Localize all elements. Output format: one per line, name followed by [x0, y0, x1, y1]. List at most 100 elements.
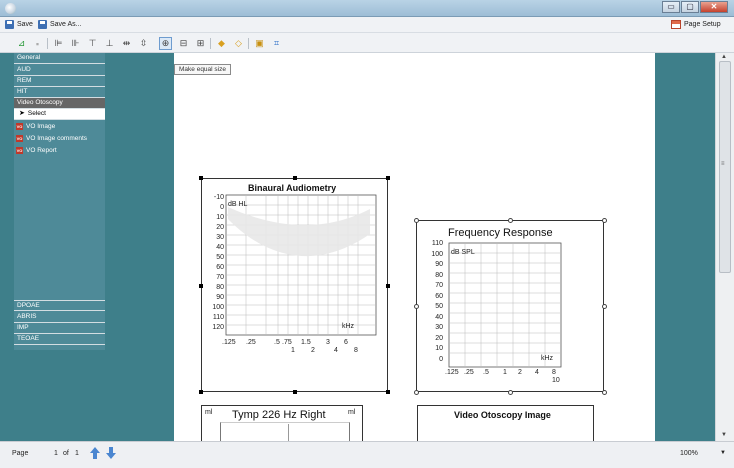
binaural-ytick: 40	[216, 244, 224, 251]
resize-handle[interactable]	[414, 390, 419, 395]
frequency-ytick: 80	[435, 271, 443, 279]
frequency-response-card[interactable]: Frequency Response dB SPL kHz 110 100 90…	[414, 218, 607, 395]
align-icon[interactable]: ⊿	[15, 37, 28, 50]
align-top-icon[interactable]: ⊤	[86, 37, 99, 50]
frequency-xtick: 1	[503, 369, 507, 376]
nav-item-teoae[interactable]: TEOAE	[14, 334, 105, 345]
save-as-icon	[38, 20, 47, 29]
scroll-down-icon[interactable]: ▼	[721, 432, 727, 438]
nav-item-hit[interactable]: HIT	[14, 87, 105, 98]
toolbar-separator	[248, 38, 249, 49]
resize-handle[interactable]	[602, 218, 607, 223]
frequency-ytick: 110	[431, 240, 443, 247]
menu-bar: Save Save As... Page Setup	[0, 17, 734, 33]
binaural-xtick: .125	[222, 339, 236, 346]
page-setup-icon	[671, 20, 681, 29]
align-right-icon[interactable]: ⊪	[69, 37, 82, 50]
maximize-button[interactable]: ▢	[681, 1, 699, 13]
resize-handle[interactable]	[199, 176, 203, 180]
nav-item-general[interactable]: General	[14, 53, 105, 64]
vertical-scrollbar[interactable]: ▲ ≡ ▼	[715, 53, 734, 441]
binaural-audiometry-card[interactable]: Binaural Audiometry dB HL kHz -10 0 10 2…	[199, 176, 390, 394]
toolbar: ⊿ ▪ ⊫ ⊪ ⊤ ⊥ ⇹ ⇳ ⊕ ⊟ ⊞ ◆ ◇ ▣ ⌗	[0, 33, 734, 53]
resize-handle[interactable]	[508, 218, 513, 223]
nav-item-abris[interactable]: ABRIS	[14, 312, 105, 323]
save-label: Save	[17, 21, 33, 28]
page-up-icon[interactable]	[90, 447, 100, 459]
video-otoscopy-title: Video Otoscopy Image	[454, 410, 551, 420]
video-otoscopy-card[interactable]: Video Otoscopy Image	[417, 405, 594, 441]
align-bottom-icon[interactable]: ⊥	[103, 37, 116, 50]
nav-vo-label: VO Image	[26, 122, 56, 130]
resize-handle[interactable]	[386, 176, 390, 180]
resize-handle[interactable]	[386, 390, 390, 394]
frequency-graph	[448, 242, 562, 368]
equal-height-icon[interactable]: ⊞	[194, 37, 207, 50]
resize-handle[interactable]	[414, 304, 419, 309]
toolbar-separator	[210, 38, 211, 49]
align-gray-icon[interactable]: ▪	[31, 37, 44, 50]
vo-badge-icon: VO	[16, 147, 23, 154]
binaural-unit: dB HL	[228, 201, 248, 208]
app-icon	[5, 3, 16, 14]
frequency-ytick: 10	[435, 345, 443, 352]
nav-item-aud[interactable]: AUD	[14, 65, 105, 76]
nav-item-video-otoscopy[interactable]: Video Otoscopy	[14, 98, 105, 109]
equal-width-icon[interactable]: ⊟	[177, 37, 190, 50]
page-setup-button[interactable]: Page Setup	[671, 20, 721, 29]
resize-handle[interactable]	[199, 390, 203, 394]
crop-icon[interactable]: ⌗	[270, 37, 283, 50]
page-label: Page	[12, 450, 29, 457]
nav-item-vo-image[interactable]: VO VO Image	[14, 121, 105, 132]
binaural-xtick: .75	[282, 339, 292, 346]
binaural-ytick: 60	[216, 264, 224, 271]
binaural-xtick: 4	[334, 347, 338, 354]
align-left-icon[interactable]: ⊫	[52, 37, 65, 50]
nav-item-dpoae[interactable]: DPOAE	[14, 300, 105, 311]
minimize-button[interactable]: ▭	[662, 1, 680, 13]
send-back-icon[interactable]: ◇	[232, 37, 245, 50]
bring-front-icon[interactable]: ◆	[215, 37, 228, 50]
tymp-card[interactable]: ml Tymp 226 Hz Right ml	[201, 405, 363, 442]
frequency-unit: dB SPL	[451, 249, 475, 256]
resize-handle[interactable]	[602, 390, 607, 395]
frequency-xtick: 4	[535, 369, 539, 376]
nav-item-rem[interactable]: REM	[14, 76, 105, 87]
frequency-ytick: 0	[439, 355, 443, 363]
resize-handle[interactable]	[386, 284, 390, 288]
resize-handle[interactable]	[199, 284, 203, 288]
scroll-thumb[interactable]	[719, 61, 731, 273]
resize-handle[interactable]	[602, 304, 607, 309]
nav-item-vo-image-comments[interactable]: VO VO Image comments	[14, 133, 105, 144]
tymp-center-line	[288, 424, 289, 442]
resize-handle[interactable]	[293, 390, 297, 394]
binaural-ytick: 20	[216, 224, 224, 231]
frequency-xunit: kHz	[541, 355, 554, 362]
resize-handle[interactable]	[293, 176, 297, 180]
zoom-select[interactable]: 100% ▼	[680, 450, 728, 457]
nav-item-select[interactable]: ➤ Select	[14, 109, 105, 120]
right-panel	[655, 53, 715, 441]
save-icon	[5, 20, 14, 29]
nav-item-imp[interactable]: IMP	[14, 323, 105, 334]
title-bar: ▭ ▢ ✕	[0, 0, 734, 17]
binaural-graph	[225, 194, 377, 336]
binaural-xaxis-bottom: 1 2 4 8	[202, 347, 389, 357]
close-button[interactable]: ✕	[700, 1, 728, 13]
page-current: 1	[54, 450, 58, 457]
space-vertical-icon[interactable]: ⇳	[137, 37, 150, 50]
scroll-up-icon[interactable]: ▲	[721, 54, 727, 60]
make-equal-size-icon[interactable]: ⊕	[159, 37, 172, 50]
save-button[interactable]: Save	[5, 20, 33, 29]
frequency-plot-area	[448, 242, 562, 368]
image-icon[interactable]: ▣	[253, 37, 266, 50]
scroll-grip-icon: ≡	[721, 161, 725, 167]
resize-handle[interactable]	[508, 390, 513, 395]
frequency-xtick-extra: 10	[552, 377, 560, 384]
binaural-xtick: 1	[291, 347, 295, 354]
resize-handle[interactable]	[414, 218, 419, 223]
space-horizontal-icon[interactable]: ⇹	[120, 37, 133, 50]
page-down-icon[interactable]	[106, 447, 116, 459]
save-as-button[interactable]: Save As...	[38, 20, 82, 29]
nav-item-vo-report[interactable]: VO VO Report	[14, 145, 105, 156]
